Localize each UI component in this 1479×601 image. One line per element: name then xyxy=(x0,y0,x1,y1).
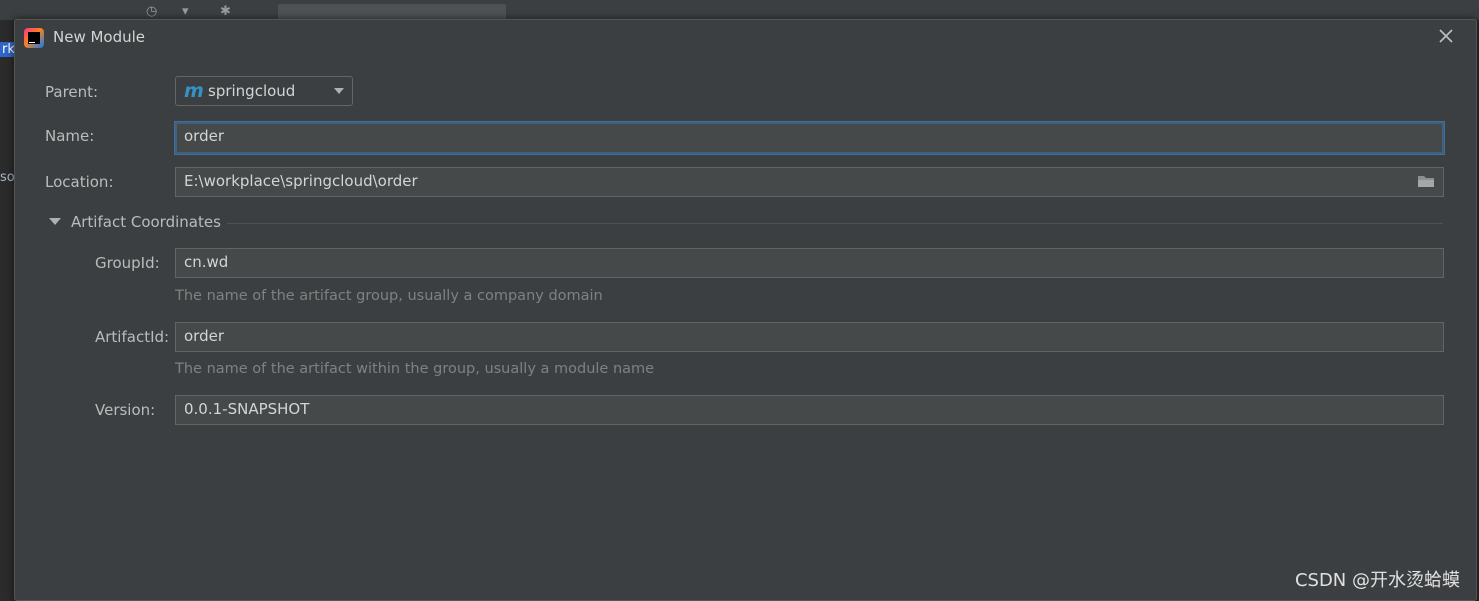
chevron-down-icon xyxy=(334,88,344,94)
groupid-input[interactable]: cn.wd xyxy=(175,248,1444,278)
dropdown-icon: ▾ xyxy=(182,4,189,19)
name-input[interactable]: order xyxy=(175,122,1444,154)
groupid-label: GroupId: xyxy=(95,254,160,272)
dialog-title: New Module xyxy=(53,28,146,46)
expand-triangle-icon[interactable] xyxy=(49,218,61,225)
watermark-text: CSDN @开水烫蛤蟆 xyxy=(1294,570,1460,591)
parent-label: Parent: xyxy=(45,83,99,101)
artifactid-input-value: order xyxy=(184,327,224,345)
new-module-dialog: New Module Parent: m springcloud Name: o… xyxy=(14,19,1477,601)
dialog-title-bar[interactable]: New Module xyxy=(15,20,1476,56)
version-input[interactable]: 0.0.1-SNAPSHOT xyxy=(175,395,1444,425)
groupid-input-value: cn.wd xyxy=(184,253,229,271)
location-input-value: E:\workplace\springcloud\order xyxy=(184,172,418,190)
parent-select-value: springcloud xyxy=(208,82,296,100)
location-input[interactable]: E:\workplace\springcloud\order xyxy=(175,167,1444,197)
maven-module-icon: m xyxy=(184,80,204,102)
artifact-coordinates-header[interactable]: Artifact Coordinates xyxy=(71,213,221,231)
section-divider xyxy=(227,223,1443,224)
name-label: Name: xyxy=(45,127,95,145)
version-label: Version: xyxy=(95,401,156,419)
folder-icon[interactable] xyxy=(1417,173,1435,189)
close-icon[interactable] xyxy=(1438,28,1454,44)
version-input-value: 0.0.1-SNAPSHOT xyxy=(184,400,310,418)
name-input-value: order xyxy=(184,127,224,145)
artifactid-hint: The name of the artifact within the grou… xyxy=(175,361,655,377)
artifactid-label: ArtifactId: xyxy=(95,328,170,346)
groupid-hint: The name of the artifact group, usually … xyxy=(175,288,603,304)
parent-select[interactable]: m springcloud xyxy=(175,76,353,106)
background-project-item: so xyxy=(0,170,15,185)
artifactid-input[interactable]: order xyxy=(175,322,1444,352)
settings-gear-icon: ✱ xyxy=(220,4,231,19)
history-icon: ◷ xyxy=(146,4,158,19)
intellij-logo-icon xyxy=(24,28,44,48)
location-label: Location: xyxy=(45,173,114,191)
